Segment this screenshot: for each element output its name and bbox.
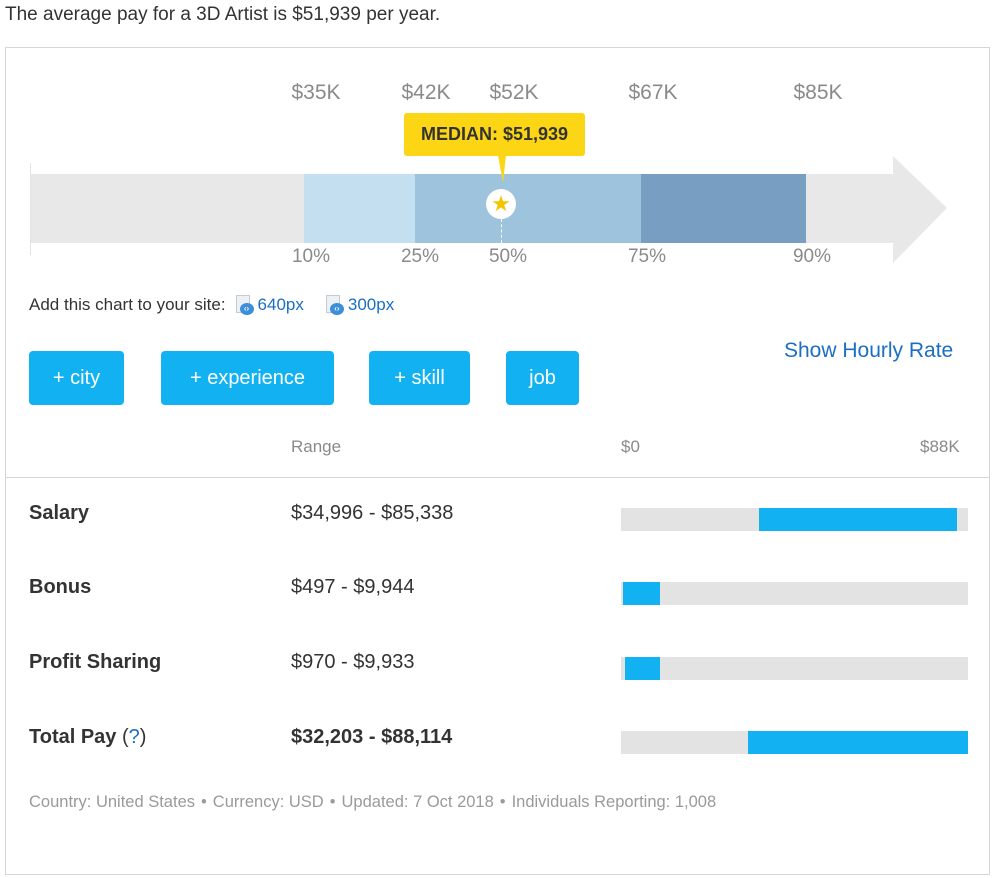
median-tooltip: MEDIAN: $51,939 [404,113,585,156]
percentile-tick-50: 50% [488,246,528,267]
median-label: MEDIAN: $51,939 [420,124,569,144]
embed-300-link[interactable]: 300px [348,295,394,315]
row-label-salary: Salary [29,502,90,524]
range-bar-profit-sharing [624,657,661,680]
footer-updated: Updated: 7 Oct 2018 [341,793,494,811]
row-range-bonus: $497 - $9,944 [291,576,415,598]
table-divider [6,477,990,478]
range-bar-salary [758,508,958,531]
percentile-tick-10: 10% [291,246,331,267]
range-bar-track [621,657,968,680]
embed-row: Add this chart to your site: ‹› 640px ‹›… [29,294,394,316]
row-label-total-pay: Total Pay (?) [29,726,146,749]
percentile-band-10-25 [304,174,415,243]
add-city-button[interactable]: + city [29,351,124,405]
job-button[interactable]: job [506,351,579,405]
range-header: Range [291,437,342,456]
row-range-profit-sharing: $970 - $9,933 [291,651,415,673]
embed-code-icon[interactable]: ‹› [324,294,344,316]
add-experience-button[interactable]: + experience [161,351,334,405]
footer-country: Country: United States [29,793,195,811]
percentile-band-25-75 [415,174,641,243]
total-pay-help-link[interactable]: (?) [122,726,146,748]
row-label-profit-sharing: Profit Sharing [29,651,162,673]
embed-code-icon[interactable]: ‹› [234,294,254,316]
range-bar-track [621,582,968,605]
footer-currency: Currency: USD [212,793,324,811]
value-tick-75: $67K [628,81,678,104]
percentile-tick-75: 75% [627,246,667,267]
show-hourly-rate-link[interactable]: Show Hourly Rate [784,339,953,363]
embed-label: Add this chart to your site: [29,295,226,314]
value-tick-50: $52K [489,81,539,104]
median-tooltip-pointer [498,155,506,183]
value-tick-25: $42K [401,81,451,104]
embed-640-link[interactable]: 640px [258,295,304,315]
median-line [501,219,502,243]
range-bar-track [621,508,968,531]
total-pay-label: Total Pay [29,726,117,748]
range-bar-track [621,731,968,754]
range-bar-bonus [622,582,661,605]
range-bar-total-pay [747,731,968,754]
value-tick-10: $35K [291,81,341,104]
percentile-tick-25: 25% [400,246,440,267]
percentile-tick-90: 90% [792,246,832,267]
add-skill-button[interactable]: + skill [369,351,470,405]
row-range-total-pay: $32,203 - $88,114 [291,726,453,748]
footer-meta: Country: United States • Currency: USD • Upd… [29,793,717,811]
row-label-bonus: Bonus [29,576,92,598]
row-range-salary: $34,996 - $85,338 [291,502,454,524]
scale-max-label: $88K [920,437,960,456]
value-tick-90: $85K [793,81,843,104]
scale-min-label: $0 [621,437,640,456]
star-icon: ★ [486,189,516,219]
footer-individuals: Individuals Reporting: 1,008 [511,793,717,811]
percentile-band-75-90 [641,174,806,243]
